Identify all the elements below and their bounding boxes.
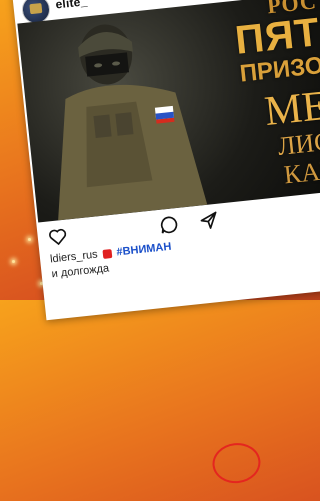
comment-icon[interactable]: [158, 214, 180, 236]
image-line-6: КАР: [282, 155, 320, 190]
caption-username[interactable]: ldiers_rus: [50, 249, 99, 266]
image-line-5: ЛИС: [276, 126, 320, 161]
instagram-post: elite_ РОС ПЯТ ПРИЗО МЕ ЛИС КАР ldiers_r…: [12, 0, 320, 486]
post-image-title: РОС ПЯТ ПРИЗО МЕ ЛИС КАР: [184, 0, 320, 205]
highlight-circle: [210, 440, 263, 486]
post-image[interactable]: РОС ПЯТ ПРИЗО МЕ ЛИС КАР: [17, 0, 320, 223]
caption-line-2: и долгожда: [51, 262, 110, 281]
post-username[interactable]: elite_: [55, 0, 88, 11]
heart-icon[interactable]: [47, 226, 69, 248]
siren-emoji-icon: [102, 248, 113, 259]
image-line-4: МЕ: [262, 82, 320, 136]
send-icon[interactable]: [198, 210, 220, 232]
image-line-3: ПРИЗО: [238, 51, 320, 88]
